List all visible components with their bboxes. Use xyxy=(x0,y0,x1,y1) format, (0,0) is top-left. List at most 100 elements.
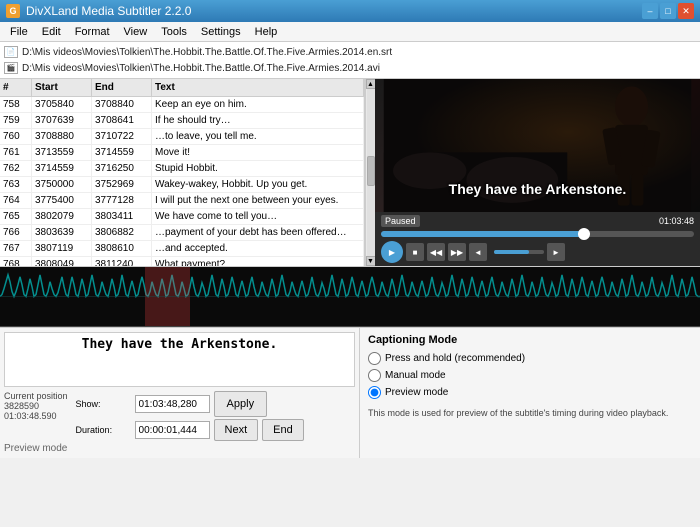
cell-num: 768 xyxy=(0,257,32,266)
menu-edit[interactable]: Edit xyxy=(36,25,67,39)
cell-num: 762 xyxy=(0,161,32,176)
col-header-num: # xyxy=(0,79,32,96)
cell-end: 3806882 xyxy=(92,225,152,240)
radio-preview-label: Preview mode xyxy=(385,387,448,398)
radio-preview-input[interactable] xyxy=(368,386,381,399)
menu-format[interactable]: Format xyxy=(69,25,116,39)
radio-manual[interactable]: Manual mode xyxy=(368,369,692,382)
minimize-button[interactable]: – xyxy=(642,3,658,19)
cell-end: 3708641 xyxy=(92,113,152,128)
vol-down-button[interactable]: ◄ xyxy=(469,243,487,261)
table-header: # Start End Text xyxy=(0,79,364,97)
close-button[interactable]: ✕ xyxy=(678,3,694,19)
scroll-thumb[interactable] xyxy=(367,156,375,186)
cell-text: Stupid Hobbit. xyxy=(152,161,364,176)
show-time-row: Show: Apply xyxy=(76,391,355,417)
cell-num: 760 xyxy=(0,129,32,144)
caption-mode-panel: Captioning Mode Press and hold (recommen… xyxy=(360,328,700,458)
cell-end: 3710722 xyxy=(92,129,152,144)
table-row[interactable]: 759 3707639 3708641 If he should try… xyxy=(0,113,364,129)
video-status-row: Paused 01:03:48 xyxy=(381,215,694,227)
stop-button[interactable]: ■ xyxy=(406,243,424,261)
caption-mode-title: Captioning Mode xyxy=(368,334,692,346)
video-progress-bar[interactable] xyxy=(381,231,694,237)
cell-end: 3714559 xyxy=(92,145,152,160)
next-button[interactable]: ▶▶ xyxy=(448,243,466,261)
waveform-svg: waveform data xyxy=(0,267,700,326)
cell-end: 3777128 xyxy=(92,193,152,208)
table-row[interactable]: 760 3708880 3710722 …to leave, you tell … xyxy=(0,129,364,145)
prev-button[interactable]: ◀◀ xyxy=(427,243,445,261)
apply-button[interactable]: Apply xyxy=(214,391,268,417)
table-row[interactable]: 758 3705840 3708840 Keep an eye on him. xyxy=(0,97,364,113)
cell-text: Wakey-wakey, Hobbit. Up you get. xyxy=(152,177,364,192)
progress-thumb[interactable] xyxy=(578,228,590,240)
menu-file[interactable]: File xyxy=(4,25,34,39)
preview-mode-status: Preview mode xyxy=(4,441,355,454)
cell-end: 3811240 xyxy=(92,257,152,266)
subtitle-textarea[interactable]: They have the Arkenstone. xyxy=(4,332,355,387)
table-row[interactable]: 768 3808049 3811240 What payment? xyxy=(0,257,364,266)
show-time-input[interactable] xyxy=(135,395,210,413)
next-button[interactable]: Next xyxy=(214,419,259,441)
scroll-down-arrow[interactable]: ▼ xyxy=(366,256,376,266)
table-row[interactable]: 767 3807119 3808610 …and accepted. xyxy=(0,241,364,257)
menu-view[interactable]: View xyxy=(118,25,154,39)
subtitle-edit-area: They have the Arkenstone. Current positi… xyxy=(0,328,360,458)
cell-num: 758 xyxy=(0,97,32,112)
radio-press-hold[interactable]: Press and hold (recommended) xyxy=(368,352,692,365)
waveform-area[interactable]: waveform data xyxy=(0,267,700,327)
show-label: Show: xyxy=(76,399,131,409)
cell-num: 766 xyxy=(0,225,32,240)
end-button[interactable]: End xyxy=(262,419,304,441)
table-scrollbar[interactable]: ▲ ▼ xyxy=(365,79,375,266)
cell-text: …and accepted. xyxy=(152,241,364,256)
cell-start: 3714559 xyxy=(32,161,92,176)
cell-start: 3808049 xyxy=(32,257,92,266)
play-button[interactable]: ▶ xyxy=(381,241,403,263)
table-body[interactable]: 758 3705840 3708840 Keep an eye on him. … xyxy=(0,97,364,266)
cell-text: …to leave, you tell me. xyxy=(152,129,364,144)
srt-file-icon: 📄 xyxy=(4,46,18,58)
col-header-text: Text xyxy=(152,79,364,96)
table-row[interactable]: 765 3802079 3803411 We have come to tell… xyxy=(0,209,364,225)
cell-end: 3752969 xyxy=(92,177,152,192)
cell-end: 3808610 xyxy=(92,241,152,256)
cell-start: 3708880 xyxy=(32,129,92,144)
cell-text: Move it! xyxy=(152,145,364,160)
subtitle-table-container: # Start End Text 758 3705840 3708840 Kee… xyxy=(0,79,365,266)
radio-press-hold-input[interactable] xyxy=(368,352,381,365)
volume-fill xyxy=(494,250,529,254)
cell-start: 3807119 xyxy=(32,241,92,256)
caption-description: This mode is used for preview of the sub… xyxy=(368,407,692,420)
menu-bar: File Edit Format View Tools Settings Hel… xyxy=(0,22,700,42)
duration-time-input[interactable] xyxy=(135,421,210,439)
cell-end: 3716250 xyxy=(92,161,152,176)
menu-tools[interactable]: Tools xyxy=(155,25,193,39)
scroll-up-arrow[interactable]: ▲ xyxy=(366,79,376,89)
duration-label: Duration: xyxy=(76,425,131,435)
scroll-track[interactable] xyxy=(367,89,375,256)
cell-num: 767 xyxy=(0,241,32,256)
menu-help[interactable]: Help xyxy=(249,25,284,39)
table-row[interactable]: 766 3803639 3806882 …payment of your deb… xyxy=(0,225,364,241)
video-controls-bar: Paused 01:03:48 ▶ ■ ◀◀ ▶▶ ◄ ► xyxy=(375,212,700,266)
vol-up-button[interactable]: ► xyxy=(547,243,565,261)
table-row[interactable]: 762 3714559 3716250 Stupid Hobbit. xyxy=(0,161,364,177)
title-bar: G DivXLand Media Subtitler 2.2.0 – □ ✕ xyxy=(0,0,700,22)
table-row[interactable]: 764 3775400 3777128 I will put the next … xyxy=(0,193,364,209)
cell-text: Keep an eye on him. xyxy=(152,97,364,112)
cell-start: 3705840 xyxy=(32,97,92,112)
position-info: Current position 3828590 01:03:48.590 xyxy=(4,391,68,421)
volume-bar[interactable] xyxy=(494,250,544,254)
radio-manual-input[interactable] xyxy=(368,369,381,382)
table-row[interactable]: 761 3713559 3714559 Move it! xyxy=(0,145,364,161)
table-row[interactable]: 763 3750000 3752969 Wakey-wakey, Hobbit.… xyxy=(0,177,364,193)
video-background: They have the Arkenstone. xyxy=(375,79,700,212)
radio-preview[interactable]: Preview mode xyxy=(368,386,692,399)
menu-settings[interactable]: Settings xyxy=(195,25,247,39)
maximize-button[interactable]: □ xyxy=(660,3,676,19)
srt-path: D:\Mis videos\Movies\Tolkien\The.Hobbit.… xyxy=(22,47,392,58)
cell-start: 3775400 xyxy=(32,193,92,208)
current-position-time: 01:03:48.590 xyxy=(4,411,68,421)
